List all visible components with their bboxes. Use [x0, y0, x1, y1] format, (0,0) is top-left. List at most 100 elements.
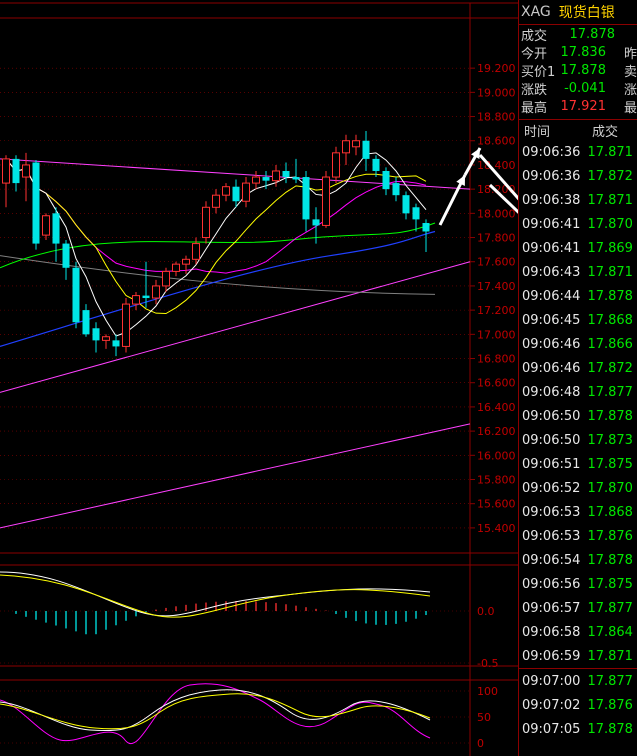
tick-price: 17.878 — [587, 552, 633, 568]
tick-price: 17.872 — [587, 168, 633, 184]
y-tick-label: 17.400 — [477, 280, 516, 293]
tick-price: 17.871 — [587, 264, 633, 280]
quote-value: 17.921 — [560, 98, 606, 114]
y-tick-label: 18.800 — [477, 111, 516, 124]
y-tick-label: 17.200 — [477, 304, 516, 317]
candle-body — [372, 158, 380, 171]
candle-body — [392, 183, 400, 196]
tick-time: 09:06:45 — [522, 312, 581, 328]
tick-time: 09:07:02 — [522, 697, 581, 713]
tick-row: 09:06:46 17.872 — [519, 356, 637, 380]
tick-time: 09:07:05 — [522, 721, 581, 737]
lower-channel-trendline — [0, 423, 471, 529]
tick-price: 17.877 — [587, 673, 633, 689]
tick-price: 17.868 — [587, 312, 633, 328]
tick-row: 09:06:52 17.870 — [519, 476, 637, 500]
tick-row: 09:06:44 17.878 — [519, 284, 637, 308]
y-tick-label: 15.600 — [477, 498, 516, 511]
tick-row: 09:06:41 17.869 — [519, 236, 637, 260]
tick-time: 09:06:43 — [522, 264, 581, 280]
quote-row: 今开 17.836 昨 — [519, 43, 637, 62]
candle-body — [362, 140, 370, 159]
tick-time: 09:06:41 — [522, 216, 581, 232]
candle-body — [72, 267, 80, 323]
tick-time: 09:06:44 — [522, 288, 581, 304]
macd-dif-line — [0, 571, 431, 617]
quote-row: 最高 17.921 最 — [519, 97, 637, 116]
tick-row: 09:06:54 17.878 — [519, 548, 637, 572]
y-tick-label: 16.400 — [477, 401, 516, 414]
candle-body — [92, 328, 100, 341]
chart-area[interactable]: 19.20019.00018.80018.60018.40018.20018.0… — [0, 0, 518, 756]
y-tick-label: 18.600 — [477, 135, 516, 148]
kdj-k-line — [0, 689, 431, 732]
tick-row: 09:06:43 17.871 — [519, 260, 637, 284]
y-tick-label: 17.600 — [477, 256, 516, 269]
y-tick-label: 19.200 — [477, 62, 516, 75]
tick-price: 17.878 — [587, 408, 633, 424]
quote-row: 成交 17.878 — [519, 25, 637, 44]
tick-row: 09:06:56 17.875 — [519, 572, 637, 596]
quote-value: 17.878 — [560, 62, 606, 78]
tick-time: 09:06:36 — [522, 168, 581, 184]
y-tick-label: 16.800 — [477, 353, 516, 366]
candle-body — [212, 194, 220, 208]
candle-body — [22, 164, 30, 178]
tick-list[interactable]: 09:06:36 17.871 09:06:36 17.872 09:06:38 17.8… — [519, 140, 637, 741]
quote-row: 涨跌 -0.041 涨 — [519, 79, 637, 98]
candle-body — [102, 336, 110, 341]
tick-price: 17.876 — [587, 697, 633, 713]
candle-body — [422, 223, 430, 232]
candle-body — [42, 215, 50, 236]
candle-body — [152, 285, 160, 299]
candle-body — [162, 270, 170, 287]
quote-label: 最高 — [521, 100, 548, 116]
tick-price: 17.870 — [587, 480, 633, 496]
tick-price: 17.875 — [587, 456, 633, 472]
tick-row: 09:06:38 17.871 — [519, 188, 637, 212]
tick-price: 17.873 — [587, 432, 633, 448]
tick-row: 09:06:36 17.872 — [519, 164, 637, 188]
candle-body — [262, 177, 270, 181]
tick-time: 09:06:56 — [522, 576, 581, 592]
tick-row: 09:06:50 17.873 — [519, 428, 637, 452]
candle-body — [312, 219, 320, 226]
tick-time: 09:06:50 — [522, 432, 581, 448]
tick-row: 09:06:50 17.878 — [519, 404, 637, 428]
quote-label: 今开 — [521, 46, 548, 62]
candle-body — [402, 195, 410, 214]
quote-panel: XAG 现货白银 成交 17.878 今开 17.836 昨买价1 17.878 卖涨跌 -0… — [518, 0, 637, 756]
quote-header: XAG 现货白银 — [519, 0, 637, 25]
candle-body — [62, 243, 70, 268]
tick-price: 17.878 — [587, 288, 633, 304]
tick-time: 09:06:59 — [522, 648, 581, 664]
tick-time: 09:06:53 — [522, 504, 581, 520]
tick-price: 17.878 — [587, 721, 633, 737]
kdj-tick-label: 50 — [477, 711, 491, 724]
candle-body — [332, 152, 340, 178]
y-tick-label: 18.000 — [477, 207, 516, 220]
y-tick-label: 15.400 — [477, 522, 516, 535]
tick-time: 09:06:53 — [522, 528, 581, 544]
tick-price: 17.871 — [587, 648, 633, 664]
quote-extra-label: 最 — [623, 100, 637, 116]
ticks-header-price: 成交 — [592, 124, 619, 140]
candle-body — [82, 310, 90, 335]
candle-body — [192, 243, 200, 260]
tick-price: 17.869 — [587, 240, 633, 256]
tick-price: 17.871 — [587, 144, 633, 160]
tick-price: 17.866 — [587, 336, 633, 352]
tick-price: 17.875 — [587, 576, 633, 592]
quote-extra-label: 涨 — [623, 82, 637, 98]
y-tick-label: 18.400 — [477, 159, 516, 172]
tick-row: 09:06:58 17.864 — [519, 620, 637, 644]
tick-time: 09:06:51 — [522, 456, 581, 472]
tick-time: 09:06:57 — [522, 600, 581, 616]
candle-body — [52, 213, 60, 244]
candle-body — [302, 177, 310, 220]
candle-body — [252, 176, 260, 184]
tick-row: 09:07:00 17.877 — [519, 669, 637, 693]
candle-body — [322, 176, 330, 226]
tick-row: 09:06:53 17.876 — [519, 524, 637, 548]
symbol-code: XAG — [521, 4, 551, 20]
